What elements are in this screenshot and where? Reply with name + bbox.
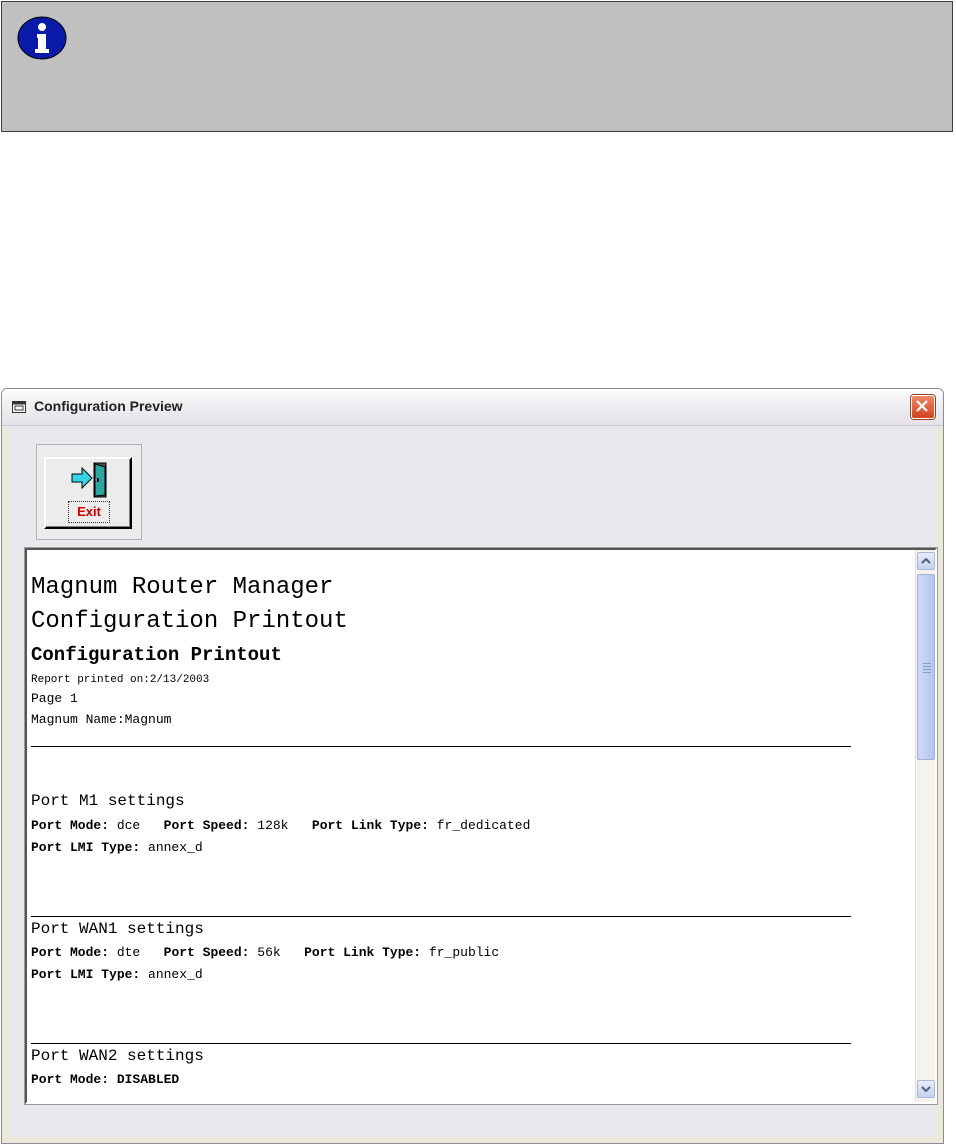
port-speed-label: Port Speed: [163,818,250,833]
port-mode-value: dce [116,818,141,833]
report-magnum-name: Magnum Name:Magnum [31,712,172,727]
close-icon [916,400,928,412]
port-speed-value: 128k [257,818,289,833]
print-preview-content: Magnum Router Manager Configuration Prin… [27,550,883,1102]
port-wan1-row1: Port Mode: dte Port Speed: 56k Port Link… [31,945,499,960]
exit-door-icon [71,462,107,498]
port-lmi-type-value: annex_d [148,967,203,982]
info-banner [1,1,953,132]
exit-button[interactable]: Exit [44,457,132,529]
window-title: Configuration Preview [34,398,183,414]
chevron-down-icon [921,1086,931,1093]
print-preview-pane[interactable]: Magnum Router Manager Configuration Prin… [25,548,937,1104]
scroll-grip [923,663,931,664]
scroll-thumb[interactable] [917,574,935,760]
port-link-type-value: fr_public [428,945,500,960]
report-subtitle: Configuration Printout [31,644,282,666]
scroll-grip [923,666,931,667]
report-doc-title: Configuration Printout [31,608,348,635]
port-m1-row2: Port LMI Type: annex_d [31,840,203,855]
window-icon [12,401,26,413]
port-wan2-heading: Port WAN2 settings [31,1047,204,1065]
port-mode-value: dte [116,945,141,960]
scroll-grip [923,672,931,673]
port-speed-label: Port Speed: [163,945,250,960]
port-wan2-row1: Port Mode: DISABLED [31,1072,179,1087]
configuration-preview-window: Configuration Preview Exit Magnum Router… [1,388,944,1144]
report-page-number: Page 1 [31,691,78,706]
title-bar[interactable]: Configuration Preview [2,389,943,426]
toolbar-frame: Exit [36,444,142,540]
report-printed-on: Report printed on:2/13/2003 [31,674,210,686]
separator-line [31,746,851,747]
port-wan1-heading: Port WAN1 settings [31,920,204,938]
port-speed-value: 56k [257,945,281,960]
vertical-scrollbar[interactable] [915,550,935,1102]
port-mode-label: Port Mode: [31,818,110,833]
port-link-type-label: Port Link Type: [304,945,422,960]
exit-label: Exit [68,501,110,523]
close-button[interactable] [911,395,935,419]
chevron-up-icon [921,557,931,564]
dialog-client-area: Exit Magnum Router Manager Configuration… [8,426,937,1137]
port-link-type-value: fr_dedicated [436,818,531,833]
separator-line [31,1043,851,1044]
port-lmi-type-label: Port LMI Type: [31,967,141,982]
info-icon [17,16,67,60]
port-m1-row1: Port Mode: dce Port Speed: 128k Port Lin… [31,818,530,833]
port-lmi-type-value: annex_d [148,840,203,855]
scroll-up-button[interactable] [917,552,935,570]
report-app-title: Magnum Router Manager [31,574,334,601]
separator-line [31,916,851,917]
port-link-type-label: Port Link Type: [311,818,429,833]
port-m1-heading: Port M1 settings [31,792,185,810]
scroll-grip [923,669,931,670]
port-mode-label: Port Mode: [31,1072,110,1087]
port-wan1-row2: Port LMI Type: annex_d [31,967,203,982]
scroll-down-button[interactable] [917,1080,935,1098]
port-mode-label: Port Mode: [31,945,110,960]
port-lmi-type-label: Port LMI Type: [31,840,141,855]
port-mode-value: DISABLED [116,1072,180,1087]
